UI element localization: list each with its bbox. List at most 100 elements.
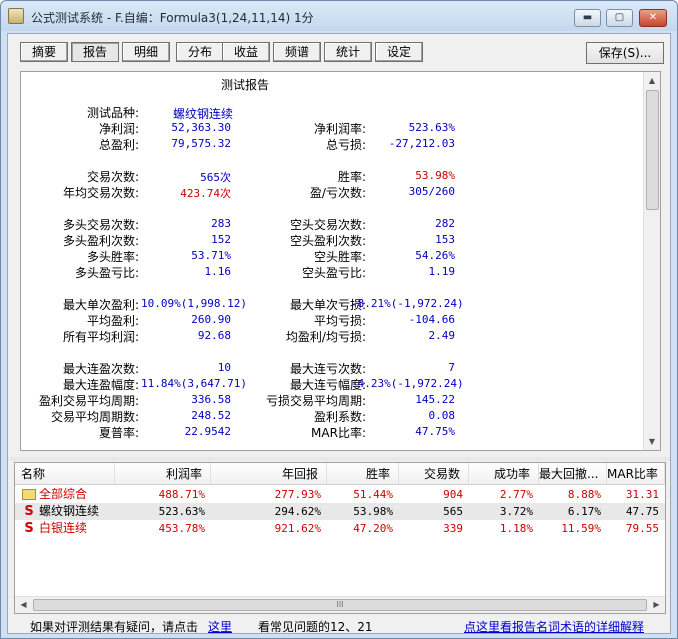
col-header-win-rate[interactable]: 胜率 <box>327 463 399 485</box>
faq-link[interactable]: 这里 <box>208 618 232 635</box>
report-label: 均盈利/均亏损: <box>285 330 366 344</box>
report-value: -104.66 <box>408 313 455 326</box>
table-row[interactable]: 全部综合 488.71% 277.93% 51.44% 904 2.77% 8.88% 31.… <box>15 486 665 503</box>
report-value: 153 <box>435 233 455 246</box>
col-header-name[interactable]: 名称 <box>15 463 115 485</box>
instrument-value: 螺纹钢连续 <box>173 107 234 121</box>
table-cell: 6.17% <box>567 505 601 518</box>
status-text-questions: 看常见问题的12、21 <box>258 620 373 634</box>
scroll-down-icon[interactable]: ▼ <box>644 433 660 450</box>
tab-report[interactable]: 报告 <box>71 42 119 62</box>
report-value: -4.23%(-1,972.24) <box>351 377 464 390</box>
app-icon <box>8 8 24 24</box>
report-label: 净利润: <box>98 122 139 136</box>
status-bar: 如果对评测结果有疑问，请点击 这里 看常见问题的12、21 点这里看报告名词术语… <box>8 616 670 634</box>
report-label: 最大单次盈利: <box>62 298 139 312</box>
report-value: -27,212.03 <box>388 137 455 150</box>
glossary-link[interactable]: 点这里看报告名词术语的详细解释 <box>464 618 644 635</box>
row-name: S 螺纹钢连续 <box>21 503 99 520</box>
report-value: 336.58 <box>191 393 231 406</box>
report-label: 亏损交易平均周期: <box>265 394 366 408</box>
report-value: 53.98% <box>415 169 455 182</box>
report-label: 平均盈利: <box>86 314 139 328</box>
table-row[interactable]: S 螺纹钢连续 523.63% 294.62% 53.98% 565 3.72% 6.17% 4… <box>15 503 665 520</box>
col-header-max-drawdown[interactable]: 最大回撤... <box>539 463 607 485</box>
grid-header: 名称 利润率 年回报 胜率 交易数 成功率 最大回撤... MAR比率 <box>15 463 665 485</box>
scroll-right-icon[interactable]: ▶ <box>648 597 665 613</box>
report-value: 523.63% <box>408 121 455 134</box>
tab-settings[interactable]: 设定 <box>375 42 423 62</box>
table-cell: 523.63% <box>158 505 205 518</box>
status-text-faq: 如果对评测结果有疑问，请点击 <box>30 620 199 634</box>
scroll-up-icon[interactable]: ▲ <box>644 72 660 89</box>
report-value: 1.16 <box>204 265 232 278</box>
table-cell: 79.55 <box>625 522 659 535</box>
report-label: 胜率: <box>337 170 366 184</box>
report-value: 79,575.32 <box>171 137 231 150</box>
col-header-success-rate[interactable]: 成功率 <box>469 463 539 485</box>
table-row[interactable]: S 白银连续 453.78% 921.62% 47.20% 339 1.18% 11.59% 7… <box>15 520 665 537</box>
report-label: 多头盈利次数: <box>62 234 139 248</box>
report-value: 22.9542 <box>184 425 231 438</box>
col-header-profit-rate[interactable]: 利润率 <box>115 463 211 485</box>
report-value: 10.09%(1,998.12) <box>141 297 247 310</box>
report-label: 交易次数: <box>86 170 139 184</box>
close-button[interactable]: ✕ <box>639 9 667 27</box>
table-cell: 277.93% <box>274 488 321 501</box>
tab-returns[interactable]: 收益 <box>222 42 270 62</box>
tab-statistics[interactable]: 统计 <box>324 42 372 62</box>
table-cell: 47.75 <box>625 505 659 518</box>
report-value: 565次 <box>200 171 231 184</box>
title-bar[interactable]: 公式测试系统 - F.自编：Formula3(1,24,11,14) 1分 ▬ … <box>1 1 677 31</box>
table-cell: 339 <box>443 522 463 535</box>
grid-hscrollbar[interactable]: ◀ III ▶ <box>15 596 665 613</box>
hscroll-thumb[interactable]: III <box>33 599 647 611</box>
maximize-button[interactable]: ▢ <box>606 9 633 27</box>
tab-details[interactable]: 明细 <box>122 42 170 62</box>
row-name-label: 白银连续 <box>39 521 88 535</box>
window-title: 公式测试系统 - F.自编：Formula3(1,24,11,14) 1分 <box>31 11 314 25</box>
minimize-button[interactable]: ▬ <box>574 9 601 27</box>
report-value: 283 <box>211 217 231 230</box>
report-value: 282 <box>435 217 455 230</box>
col-header-annual-return[interactable]: 年回报 <box>211 463 327 485</box>
report-value: 53.71% <box>191 249 231 262</box>
report-value: 7 <box>448 361 455 374</box>
report-label: 最大连亏幅度: <box>289 378 366 392</box>
row-name-label: 螺纹钢连续 <box>39 504 100 518</box>
table-cell: 488.71% <box>158 488 205 501</box>
series-s-icon: S <box>24 503 34 519</box>
report-value: -8.21%(-1,972.24) <box>351 297 464 310</box>
report-scrollbar[interactable]: ▲ ▼ <box>643 72 660 450</box>
save-button[interactable]: 保存(S)... <box>586 42 664 64</box>
report-value: 47.75% <box>415 425 455 438</box>
report-panel: 测试报告 测试品种: 螺纹钢连续 净利润: 52,363.30 净利润率: 523.6… <box>20 71 661 451</box>
scroll-thumb[interactable] <box>646 90 659 210</box>
row-name: 全部综合 <box>21 486 87 503</box>
table-cell: 53.98% <box>353 505 393 518</box>
report-label: 盈利系数: <box>313 410 366 424</box>
report-label: 总盈利: <box>98 138 139 152</box>
col-header-mar[interactable]: MAR比率 <box>607 463 665 485</box>
report-label: 净利润率: <box>313 122 366 136</box>
report-value: 2.49 <box>428 329 456 342</box>
row-name: S 白银连续 <box>21 520 87 537</box>
report-label: 盈/亏次数: <box>309 186 366 200</box>
report-value: 152 <box>211 233 231 246</box>
table-cell: 8.88% <box>567 488 601 501</box>
report-value: 248.52 <box>191 409 231 422</box>
report-label: 空头盈利次数: <box>289 234 366 248</box>
report-label: 夏普率: <box>98 426 139 440</box>
tab-spectrum[interactable]: 频谱 <box>273 42 321 62</box>
table-cell: 31.31 <box>625 488 659 501</box>
col-header-trades[interactable]: 交易数 <box>399 463 469 485</box>
table-cell: 565 <box>443 505 463 518</box>
tab-distribution[interactable]: 分布 <box>176 42 224 62</box>
scroll-left-icon[interactable]: ◀ <box>15 597 32 613</box>
table-cell: 47.20% <box>353 522 393 535</box>
table-cell: 1.18% <box>499 522 533 535</box>
splitter[interactable] <box>8 457 670 461</box>
table-cell: 294.62% <box>274 505 321 518</box>
series-s-icon: S <box>24 520 34 536</box>
tab-summary[interactable]: 摘要 <box>20 42 68 62</box>
